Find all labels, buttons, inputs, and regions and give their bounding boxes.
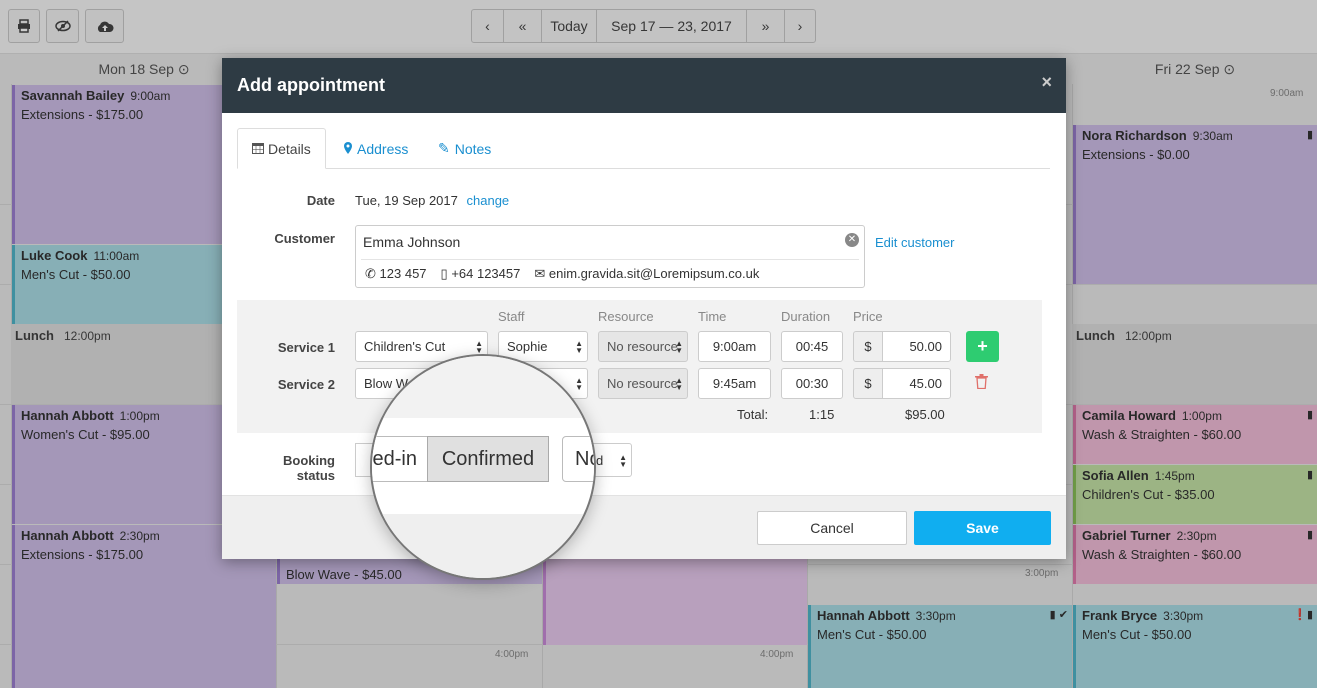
trash-icon[interactable] bbox=[975, 374, 988, 393]
service-row-label: Service 1 bbox=[277, 340, 335, 355]
dialog-title: Add appointment bbox=[237, 75, 385, 95]
pencil-icon: ✎ bbox=[438, 140, 450, 156]
dialog-footer: Cancel Save bbox=[222, 495, 1066, 559]
select-arrows-icon: ▲▼ bbox=[575, 339, 583, 355]
tab-notes[interactable]: ✎ Notes bbox=[438, 128, 491, 169]
close-icon[interactable]: × bbox=[1041, 72, 1052, 93]
currency-addon: $ bbox=[853, 368, 883, 399]
dialog-header: Add appointment × bbox=[222, 58, 1066, 113]
date-label: Date bbox=[306, 193, 335, 208]
customer-contact: ✆ 123 457 ▯ +64 123457 ✉ enim.gravida.si… bbox=[365, 266, 760, 281]
select-arrows-icon: ▲▼ bbox=[675, 339, 683, 355]
envelope-icon: ✉ bbox=[534, 266, 546, 281]
total-label: Total: bbox=[737, 407, 769, 422]
customer-field[interactable]: Emma Johnson ✕ ✆ 123 457 ▯ +64 123457 ✉ … bbox=[355, 225, 865, 288]
select-arrows-icon: ▲▼ bbox=[619, 453, 627, 469]
total-duration: 1:15 bbox=[809, 407, 835, 422]
map-marker-icon bbox=[344, 141, 352, 157]
booking-status-label: Booking status bbox=[283, 453, 335, 483]
customer-name: Emma Johnson bbox=[363, 234, 461, 250]
status-select[interactable]: No bbox=[562, 436, 594, 482]
change-date-link[interactable]: change bbox=[467, 193, 510, 208]
cancel-button[interactable]: Cancel bbox=[757, 511, 907, 545]
select-arrows-icon: ▲▼ bbox=[475, 339, 483, 355]
resource-select[interactable]: No resource ▲ ▼ bbox=[598, 368, 688, 399]
phone-icon: ✆ bbox=[365, 266, 376, 281]
service-row-label: Service 2 bbox=[277, 377, 335, 392]
status-confirmed-button[interactable]: Confirmed bbox=[427, 436, 549, 482]
plus-icon: + bbox=[977, 336, 988, 356]
status-booked-in-button[interactable]: ed-in bbox=[372, 436, 428, 482]
add-service-button[interactable]: + bbox=[966, 331, 999, 362]
date-value: Tue, 19 Sep 2017 change bbox=[355, 193, 510, 208]
clear-customer-icon[interactable]: ✕ bbox=[845, 233, 859, 247]
price-input[interactable]: 50.00 bbox=[882, 331, 951, 362]
duration-input[interactable]: 00:45 bbox=[781, 331, 843, 362]
edit-customer-link[interactable]: Edit customer bbox=[875, 235, 954, 250]
services-section: Staff Resource Time Duration Price Servi… bbox=[237, 300, 1042, 433]
time-input[interactable]: 9:00am bbox=[698, 331, 771, 362]
tab-address[interactable]: Address bbox=[344, 128, 408, 169]
tab-details[interactable]: Details bbox=[237, 128, 326, 169]
select-arrows-icon: ▲▼ bbox=[675, 376, 683, 392]
resource-select[interactable]: No resource ▲ ▼ bbox=[598, 331, 688, 362]
price-input[interactable]: 45.00 bbox=[882, 368, 951, 399]
dialog-tabs: Details Address ✎ Notes bbox=[237, 128, 1050, 169]
mobile-icon: ▯ bbox=[440, 266, 448, 281]
add-appointment-dialog: Add appointment × Details Address ✎ Note… bbox=[222, 58, 1066, 559]
magnifier-lens: ed-in Confirmed No bbox=[370, 354, 596, 580]
save-button[interactable]: Save bbox=[914, 511, 1051, 545]
customer-label: Customer bbox=[274, 231, 335, 246]
currency-addon: $ bbox=[853, 331, 883, 362]
total-price: $95.00 bbox=[905, 407, 945, 422]
duration-input[interactable]: 00:30 bbox=[781, 368, 843, 399]
time-input[interactable]: 9:45am bbox=[698, 368, 771, 399]
calendar-icon bbox=[252, 141, 264, 157]
